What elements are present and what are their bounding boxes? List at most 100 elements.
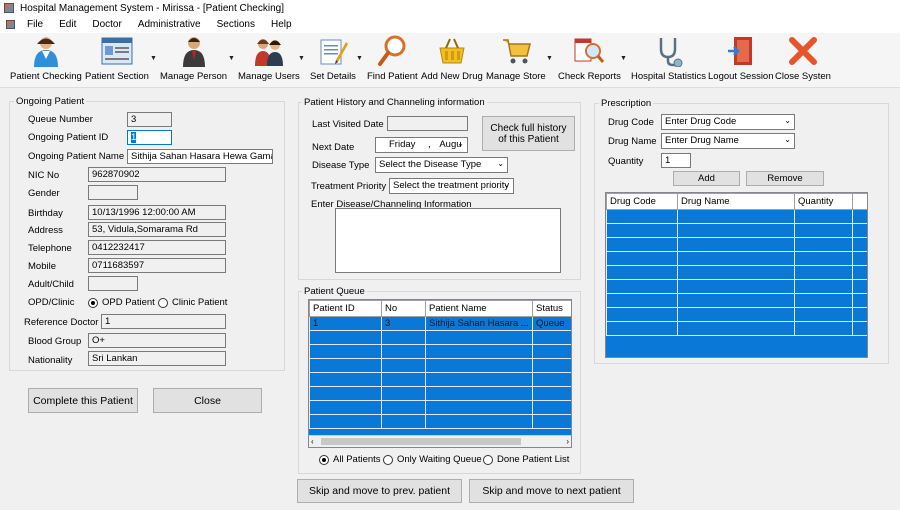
manage-person-dropdown-icon[interactable]: ▼ <box>228 55 235 62</box>
queue-number-field[interactable]: 3 <box>127 112 172 127</box>
queue-col-no[interactable]: No <box>381 300 426 317</box>
mdi-icon[interactable] <box>6 20 15 29</box>
table-row <box>309 344 571 359</box>
telephone-field[interactable]: 0412232417 <box>88 240 226 255</box>
menu-file[interactable]: File <box>19 19 51 30</box>
prescription-title: Prescription <box>599 98 654 109</box>
basket-icon <box>436 35 468 67</box>
manage-users-button[interactable]: Manage Users <box>238 35 300 87</box>
remove-drug-button[interactable]: Remove <box>746 171 824 186</box>
table-row <box>606 307 867 322</box>
patient-id-field[interactable]: 1 <box>127 130 172 145</box>
scroll-left-icon[interactable]: ‹ <box>311 437 314 446</box>
add-drug-button[interactable]: Add <box>673 171 740 186</box>
table-row <box>606 279 867 294</box>
queue-col-patient-name[interactable]: Patient Name <box>425 300 533 317</box>
manage-users-dropdown-icon[interactable]: ▼ <box>298 55 305 62</box>
treatment-priority-label: Treatment Priority <box>311 181 387 192</box>
patient-section-dropdown-icon[interactable]: ▼ <box>150 55 157 62</box>
check-reports-button[interactable]: Check Reports <box>558 35 621 87</box>
waiting-queue-radio[interactable]: Only Waiting Queue <box>383 454 482 465</box>
scroll-right-icon[interactable]: › <box>566 437 569 446</box>
drug-name-label: Drug Name <box>608 136 657 147</box>
clinic-patient-radio[interactable]: Clinic Patient <box>158 297 227 308</box>
set-details-dropdown-icon[interactable]: ▼ <box>356 55 363 62</box>
patient-name-label: Ongoing Patient Name <box>28 151 125 162</box>
prescription-col-drug-code[interactable]: Drug Code <box>606 193 678 210</box>
queue-col-status[interactable]: Status <box>532 300 571 317</box>
patient-queue-title: Patient Queue <box>302 286 367 297</box>
patient-name-field[interactable]: Sithija Sahan Hasara Hewa Gamag <box>127 149 273 164</box>
opd-patient-radio[interactable]: OPD Patient <box>88 297 155 308</box>
table-row <box>606 265 867 280</box>
table-row <box>309 414 571 429</box>
prescription-grid[interactable]: Drug Code Drug Name Quantity <box>605 192 868 358</box>
table-row[interactable]: 1 3 Sithija Sahan Hasara ... Queue <box>309 316 571 331</box>
nationality-label: Nationality <box>28 355 73 366</box>
close-button[interactable]: Close <box>153 388 262 413</box>
chevron-down-icon: ⌄ <box>457 139 464 148</box>
nic-label: NIC No <box>28 170 60 181</box>
check-history-button[interactable]: Check full history of this Patient <box>482 116 575 151</box>
next-date-picker[interactable]: Friday , Augu ⌄ <box>375 137 468 153</box>
adult-child-field[interactable] <box>88 276 138 291</box>
find-patient-button[interactable]: Find Patient <box>367 35 418 87</box>
manage-store-button[interactable]: Manage Store <box>486 35 546 87</box>
radio-dot-icon <box>319 454 329 465</box>
close-system-button[interactable]: Close Systen <box>775 35 831 87</box>
menu-sections[interactable]: Sections <box>209 19 263 30</box>
nic-field[interactable]: 962870902 <box>88 167 226 182</box>
prev-patient-button[interactable]: Skip and move to prev. patient <box>297 479 462 503</box>
manage-store-dropdown-icon[interactable]: ▼ <box>546 55 553 62</box>
patient-section-button[interactable]: Patient Section <box>85 35 149 87</box>
manage-person-button[interactable]: Manage Person <box>160 35 227 87</box>
last-visited-label: Last Visited Date <box>312 119 384 130</box>
magnifier-icon <box>376 35 408 67</box>
table-row <box>606 251 867 266</box>
notepad-icon <box>317 35 349 67</box>
chevron-down-icon: ⌄ <box>497 159 504 168</box>
prescription-col-quantity[interactable]: Quantity <box>794 193 853 210</box>
quantity-field[interactable]: 1 <box>661 153 691 168</box>
disease-info-textarea[interactable] <box>335 208 561 273</box>
nationality-field[interactable]: Sri Lankan <box>88 351 226 366</box>
scroll-thumb[interactable] <box>321 438 521 445</box>
table-row <box>606 293 867 308</box>
complete-patient-button[interactable]: Complete this Patient <box>28 388 138 413</box>
next-patient-button[interactable]: Skip and move to next patient <box>469 479 634 503</box>
table-row <box>309 400 571 415</box>
horizontal-scrollbar[interactable]: ‹ › <box>309 435 571 447</box>
mobile-field[interactable]: 0711683597 <box>88 258 226 273</box>
done-patient-radio[interactable]: Done Patient List <box>483 454 569 465</box>
adult-child-label: Adult/Child <box>28 279 74 290</box>
drug-code-select[interactable]: Enter Drug Code ⌄ <box>661 114 795 130</box>
patient-checking-button[interactable]: Patient Checking <box>10 35 82 87</box>
birthday-label: Birthday <box>28 208 63 219</box>
blood-group-field[interactable]: O+ <box>88 333 226 348</box>
drug-name-select[interactable]: Enter Drug Name ⌄ <box>661 133 795 149</box>
logout-session-button[interactable]: Logout Session <box>708 35 774 87</box>
menu-administrative[interactable]: Administrative <box>130 19 209 30</box>
reference-doctor-field[interactable]: 1 <box>101 314 226 329</box>
next-date-day: Friday <box>389 139 416 150</box>
treatment-priority-select[interactable]: Select the treatment priority ⌄ <box>389 178 514 194</box>
reference-doctor-label: Reference Doctor <box>24 317 99 328</box>
birthday-field[interactable]: 10/13/1996 12:00:00 AM <box>88 205 226 220</box>
all-patients-radio[interactable]: All Patients <box>319 454 381 465</box>
telephone-label: Telephone <box>28 243 72 254</box>
set-details-button[interactable]: Set Details <box>310 35 356 87</box>
hospital-statistics-button[interactable]: Hospital Statistics <box>631 35 706 87</box>
gender-field[interactable] <box>88 185 138 200</box>
queue-col-patient-id[interactable]: Patient ID <box>309 300 382 317</box>
menu-doctor[interactable]: Doctor <box>84 19 129 30</box>
prescription-col-drug-name[interactable]: Drug Name <box>677 193 795 210</box>
patient-queue-grid[interactable]: Patient ID No Patient Name Status 1 3 Si… <box>308 299 572 448</box>
last-visited-field[interactable] <box>387 116 468 131</box>
menu-edit[interactable]: Edit <box>51 19 84 30</box>
disease-type-select[interactable]: Select the Disease Type ⌄ <box>375 157 508 173</box>
chevron-down-icon: ⌄ <box>784 135 791 144</box>
add-new-drug-button[interactable]: Add New Drug <box>421 35 483 87</box>
address-field[interactable]: 53, Vidula,Somarama Rd <box>88 222 226 237</box>
menu-help[interactable]: Help <box>263 19 300 30</box>
check-reports-dropdown-icon[interactable]: ▼ <box>620 55 627 62</box>
